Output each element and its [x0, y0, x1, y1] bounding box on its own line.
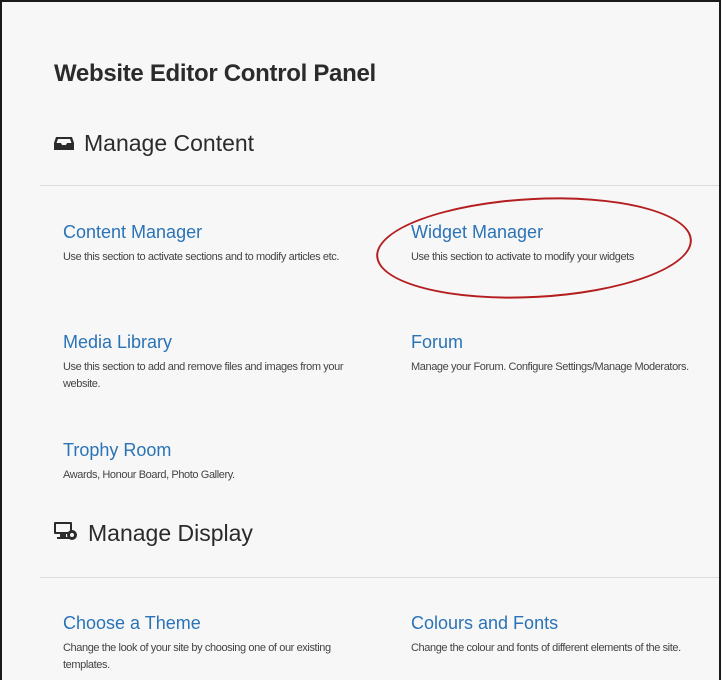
forum-item[interactable]: Forum Manage your Forum. Configure Setti…	[411, 331, 716, 376]
trophy-room-description: Awards, Honour Board, Photo Gallery.	[63, 469, 235, 481]
section-heading-label: Manage Content	[84, 130, 255, 156]
control-panel-frame: Website Editor Control Panel Manage Cont…	[0, 0, 721, 680]
colours-fonts-link[interactable]: Colours and Fonts	[411, 612, 716, 634]
choose-theme-item[interactable]: Choose a Theme Change the look of your s…	[63, 612, 363, 674]
widget-manager-item[interactable]: Widget Manager Use this section to activ…	[411, 221, 716, 266]
forum-description: Manage your Forum. Configure Settings/Ma…	[411, 361, 689, 373]
media-library-item[interactable]: Media Library Use this section to add an…	[63, 331, 363, 393]
widget-manager-description: Use this section to activate to modify y…	[411, 251, 634, 263]
colours-fonts-description: Change the colour and fonts of different…	[411, 642, 681, 654]
monitor-settings-icon	[54, 520, 78, 547]
media-library-link[interactable]: Media Library	[63, 331, 363, 353]
content-manager-item[interactable]: Content Manager Use this section to acti…	[63, 221, 363, 266]
divider	[40, 185, 719, 186]
colours-fonts-item[interactable]: Colours and Fonts Change the colour and …	[411, 612, 716, 657]
content-manager-description: Use this section to activate sections an…	[63, 251, 340, 263]
trophy-room-link[interactable]: Trophy Room	[63, 439, 363, 461]
divider	[40, 577, 719, 578]
forum-link[interactable]: Forum	[411, 331, 716, 353]
widget-manager-link[interactable]: Widget Manager	[411, 221, 716, 243]
section-heading-manage-display: Manage Display	[54, 520, 253, 547]
choose-theme-link[interactable]: Choose a Theme	[63, 612, 363, 634]
inbox-tray-icon	[54, 130, 74, 157]
section-heading-label: Manage Display	[88, 520, 253, 546]
choose-theme-description: Change the look of your site by choosing…	[63, 642, 331, 671]
page-title: Website Editor Control Panel	[54, 60, 376, 87]
section-heading-manage-content: Manage Content	[54, 130, 254, 157]
media-library-description: Use this section to add and remove files…	[63, 361, 344, 390]
content-manager-link[interactable]: Content Manager	[63, 221, 363, 243]
trophy-room-item[interactable]: Trophy Room Awards, Honour Board, Photo …	[63, 439, 363, 484]
